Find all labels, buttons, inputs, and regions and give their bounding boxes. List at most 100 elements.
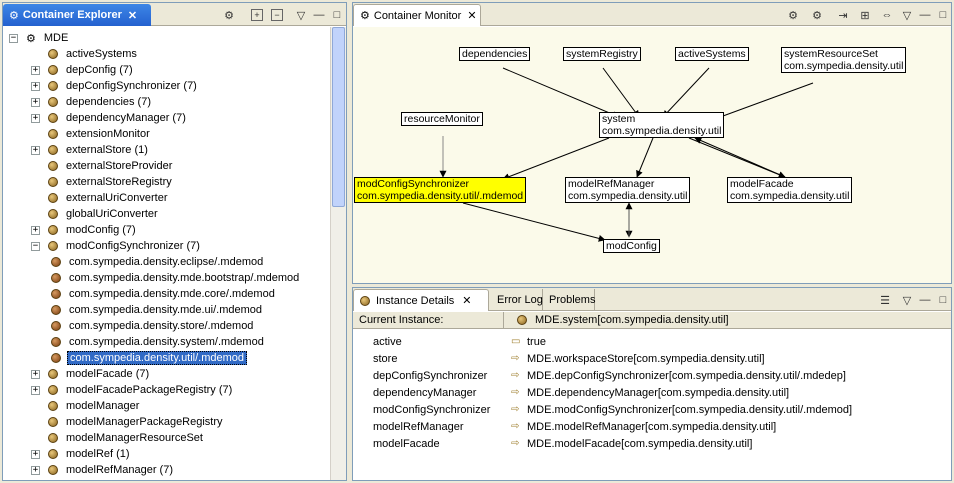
tree-item[interactable]: activeSystems <box>31 46 139 62</box>
tree-item[interactable]: + modelFacade (7) <box>31 366 151 382</box>
bean-icon <box>48 225 58 235</box>
tree-item[interactable]: − modConfigSynchronizer (7) <box>31 238 202 254</box>
node-system[interactable]: system com.sympedia.density.util <box>599 112 725 138</box>
tree-item[interactable]: com.sympedia.density.system/.mdemod <box>51 334 266 350</box>
node-modelFacade[interactable]: modelFacade com.sympedia.density.util <box>727 177 853 203</box>
refresh-icon[interactable]: ⚙ <box>785 7 801 23</box>
minimize-icon[interactable]: — <box>311 7 327 23</box>
detail-name: active <box>373 335 402 348</box>
tree-item[interactable]: + modelFacadePackageRegistry (7) <box>31 382 234 398</box>
expand-toggle[interactable]: + <box>31 145 40 155</box>
tree-item-label: extensionMonitor <box>66 128 150 140</box>
node-dependencies[interactable]: dependencies <box>459 47 531 61</box>
close-icon[interactable]: ✕ <box>462 294 471 307</box>
tree-item[interactable]: + modelRefManager (7) <box>31 462 175 478</box>
node-systemRegistry[interactable]: systemRegistry <box>563 47 641 61</box>
tree-item[interactable]: com.sympedia.density.mde.ui/.mdemod <box>51 302 264 318</box>
minimize-icon[interactable]: — <box>917 292 933 308</box>
view-menu-icon[interactable]: ▽ <box>899 292 915 308</box>
detail-name: store <box>373 352 398 365</box>
tree-item[interactable]: + depConfig (7) <box>31 62 135 78</box>
layout-icon[interactable]: ⚙ <box>809 7 825 23</box>
scrollbar-thumb[interactable] <box>332 27 345 207</box>
tree-item[interactable]: modelManagerResourceSet <box>31 430 205 446</box>
tree-item[interactable]: + externalStore (1) <box>31 142 150 158</box>
tree-item[interactable]: com.sympedia.density.mde.core/.mdemod <box>51 286 277 302</box>
expand-toggle[interactable]: + <box>31 385 40 395</box>
monitor-canvas[interactable]: dependencies systemRegistry activeSystem… <box>353 27 951 283</box>
tree-item[interactable]: com.sympedia.density.util/.mdemod <box>51 350 248 366</box>
node-label: modConfigSynchronizer <box>357 178 470 190</box>
node-modConfig[interactable]: modConfig <box>603 239 660 253</box>
tree-item-label: com.sympedia.density.mde.ui/.mdemod <box>69 304 262 316</box>
container-explorer-icon: ⚙ <box>9 8 19 22</box>
expand-toggle[interactable]: + <box>31 65 40 75</box>
explorer-scrollbar[interactable] <box>330 27 346 480</box>
node-modelRefManager[interactable]: modelRefManager com.sympedia.density.uti… <box>565 177 691 203</box>
pin-icon[interactable]: ⇥ <box>835 7 851 23</box>
tree-item[interactable]: externalStoreRegistry <box>31 174 174 190</box>
tab-problems[interactable]: Problems <box>543 289 595 311</box>
expand-all-icon[interactable]: + <box>251 9 263 21</box>
tree-item[interactable]: modelManager <box>31 398 141 414</box>
view-menu-icon[interactable]: ▽ <box>293 7 309 23</box>
collapse-toggle[interactable]: − <box>31 241 40 251</box>
detail-value: MDE.depConfigSynchronizer[com.sympedia.d… <box>527 369 846 382</box>
reference-arrow-icon: ⇨ <box>511 370 520 381</box>
tree-item[interactable]: + dependencies (7) <box>31 94 153 110</box>
tree-item[interactable]: + dependencyManager (7) <box>31 110 188 126</box>
expand-toggle[interactable]: + <box>31 465 40 475</box>
minimize-icon[interactable]: — <box>917 7 933 23</box>
tree-item-label: modelManagerPackageRegistry <box>66 416 223 428</box>
tree-item[interactable]: + depConfigSynchronizer (7) <box>31 78 199 94</box>
detail-value: MDE.modelFacade[com.sympedia.density.uti… <box>527 437 753 450</box>
collapse-toggle[interactable]: − <box>9 33 18 43</box>
detail-row[interactable]: modelRefManager ⇨ MDE.modelRefManager[com.… <box>353 418 951 435</box>
collapse-all-icon[interactable]: − <box>271 9 283 21</box>
detail-row[interactable]: store ⇨ MDE.workspaceStore[com.sympedia.de… <box>353 350 951 367</box>
expand-toggle[interactable]: + <box>31 449 40 459</box>
diagram-icon[interactable]: ⊞ <box>857 7 873 23</box>
detail-row[interactable]: modConfigSynchronizer ⇨ MDE.modConfigSynch… <box>353 401 951 418</box>
node-resourceMonitor[interactable]: resourceMonitor <box>401 112 483 126</box>
tree-item[interactable]: com.sympedia.density.store/.mdemod <box>51 318 255 334</box>
tree-item[interactable]: + modelRef (1) <box>31 446 132 462</box>
tab-instance-details[interactable]: Instance Details ✕ <box>353 289 489 311</box>
tree-item[interactable]: modelManagerPackageRegistry <box>31 414 225 430</box>
maximize-icon[interactable]: □ <box>935 7 951 23</box>
view-menu-icon[interactable]: ▽ <box>899 7 915 23</box>
tree-item[interactable]: com.sympedia.density.eclipse/.mdemod <box>51 254 265 270</box>
node-modConfigSynchronizer[interactable]: modConfigSynchronizer com.sympedia.densi… <box>354 177 527 203</box>
expand-toggle[interactable]: + <box>31 369 40 379</box>
tree-item[interactable]: externalStoreProvider <box>31 158 174 174</box>
detail-row[interactable]: dependencyManager ⇨ MDE.dependencyManager[… <box>353 384 951 401</box>
tree-item[interactable]: + modConfig (7) <box>31 222 138 238</box>
expand-toggle[interactable]: + <box>31 81 40 91</box>
maximize-icon[interactable]: □ <box>329 7 345 23</box>
expand-toggle[interactable]: + <box>31 97 40 107</box>
tree-item[interactable]: externalUriConverter <box>31 190 169 206</box>
node-activeSystems[interactable]: activeSystems <box>675 47 749 61</box>
node-systemResourceSet[interactable]: systemResourceSet com.sympedia.density.u… <box>781 47 907 73</box>
expand-toggle[interactable]: + <box>31 225 40 235</box>
tree-root[interactable]: − ⚙ MDE <box>9 30 70 46</box>
tab-error-log[interactable]: Error Log <box>491 289 543 311</box>
tree-item-label: com.sympedia.density.eclipse/.mdemod <box>69 256 264 268</box>
tree-item[interactable]: com.sympedia.density.mde.bootstrap/.mdem… <box>51 270 301 286</box>
sync-icon[interactable]: ⚙ <box>221 7 237 23</box>
close-icon[interactable]: ✕ <box>467 9 476 22</box>
close-icon[interactable]: ✕ <box>128 9 137 22</box>
reference-arrow-icon: ⇨ <box>511 404 520 415</box>
detail-row[interactable]: active ▭ true <box>353 333 951 350</box>
node-label: systemResourceSet <box>784 48 878 60</box>
expand-toggle[interactable]: + <box>31 113 40 123</box>
tab-container-explorer[interactable]: ⚙ Container Explorer ✕ <box>3 4 151 26</box>
tab-container-monitor[interactable]: ⚙ Container Monitor ✕ <box>353 4 481 26</box>
navigate-icon[interactable]: ⇔ <box>879 7 895 23</box>
tree-item[interactable]: extensionMonitor <box>31 126 152 142</box>
tree-item[interactable]: globalUriConverter <box>31 206 160 222</box>
detail-row[interactable]: depConfigSynchronizer ⇨ MDE.depConfigSynch… <box>353 367 951 384</box>
detail-row[interactable]: modelFacade ⇨ MDE.modelFacade[com.sympedia… <box>353 435 951 452</box>
layout-icon[interactable]: ☰ <box>877 292 893 308</box>
maximize-icon[interactable]: □ <box>935 292 951 308</box>
